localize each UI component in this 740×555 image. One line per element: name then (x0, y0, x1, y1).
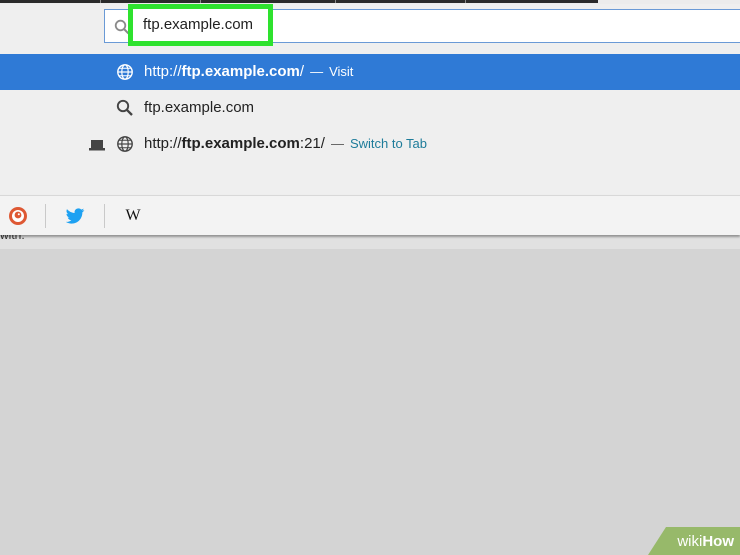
tab-strip-dark (0, 0, 598, 3)
duckduckgo-icon[interactable] (7, 205, 29, 227)
visit-action-label: Visit (329, 64, 354, 79)
url-input[interactable]: ftp.example.com (128, 4, 273, 46)
wikipedia-icon[interactable]: W (122, 205, 144, 227)
search-icon (116, 99, 133, 116)
suggestion-search[interactable]: ftp.example.com (0, 90, 740, 126)
engine-divider (45, 204, 46, 228)
navigation-toolbar (0, 4, 740, 55)
wikihow-watermark: wikiHow (648, 527, 740, 555)
suggestion-switch-text: http://ftp.example.com:21/— Switch to Tab (144, 135, 428, 152)
suggestion-visit[interactable]: http://ftp.example.com/— Visit (0, 54, 740, 90)
tab-icon (89, 140, 105, 151)
globe-icon (117, 64, 133, 80)
suggestion-search-text: ftp.example.com (144, 99, 255, 116)
search-engine-bar: W (0, 195, 740, 235)
switch-to-tab-label: Switch to Tab (349, 136, 428, 151)
suggestion-visit-text: http://ftp.example.com/— Visit (144, 63, 354, 80)
watermark-text: wikiHow (677, 533, 734, 550)
twitter-bird-icon[interactable] (64, 205, 86, 227)
engine-divider (104, 204, 105, 228)
suggestion-switch-to-tab[interactable]: http://ftp.example.com:21/— Switch to Tab (0, 126, 740, 162)
globe-icon (117, 136, 133, 152)
